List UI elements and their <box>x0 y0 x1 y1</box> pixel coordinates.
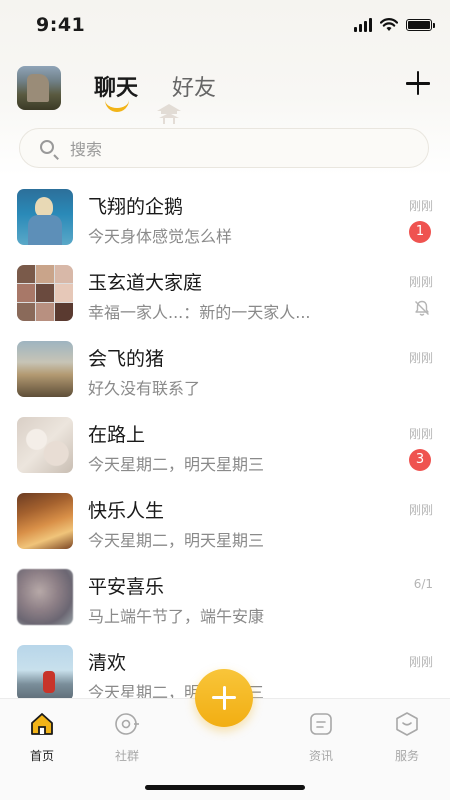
status-bar: 9:41 <box>0 0 450 52</box>
chat-time: 6/1 <box>413 577 433 591</box>
news-icon <box>310 713 332 735</box>
chat-item[interactable]: 会飞的猪 好久没有联系了 刚刚 <box>0 332 450 408</box>
tab-service-label: 服务 <box>394 749 419 763</box>
tab-news-label: 资讯 <box>308 749 333 763</box>
service-icon <box>396 712 418 736</box>
battery-icon <box>406 19 435 31</box>
chat-item[interactable]: 快乐人生 今天星期二，明天星期三 刚刚 <box>0 484 450 560</box>
phone-screen: 9:41 聊天 好友 搜索 飞翔的企鹅 今天身体感觉怎么样 刚刚 1 玉玄道大家… <box>0 0 450 800</box>
search-icon <box>40 140 54 154</box>
chat-last-message: 今天身体感觉怎么样 <box>88 227 233 246</box>
mute-bell-icon <box>415 300 429 316</box>
chat-time: 刚刚 <box>408 503 433 517</box>
chat-avatar <box>17 493 73 549</box>
my-avatar[interactable] <box>17 66 61 110</box>
chat-name: 平安喜乐 <box>88 576 165 598</box>
chat-last-message: 今天星期二，明天星期三 <box>88 455 265 474</box>
chat-last-message: 马上端午节了，端午安康 <box>88 607 265 626</box>
tab-community-label: 社群 <box>114 749 139 763</box>
chat-last-message: 今天星期二，明天星期三 <box>88 531 265 550</box>
chat-item[interactable]: 飞翔的企鹅 今天身体感觉怎么样 刚刚 1 <box>0 180 450 256</box>
status-icons <box>354 18 435 32</box>
chat-name: 清欢 <box>88 652 127 674</box>
chat-name: 玉玄道大家庭 <box>88 272 203 294</box>
chat-item[interactable]: 平安喜乐 马上端午节了，端午安康 6/1 <box>0 560 450 636</box>
chat-avatar <box>17 417 73 473</box>
chat-avatar <box>17 341 73 397</box>
header: 聊天 好友 <box>0 64 450 114</box>
group-avatar <box>17 265 73 321</box>
tab-home[interactable]: 首页 <box>12 711 72 764</box>
wifi-icon <box>380 18 398 31</box>
chat-name: 飞翔的企鹅 <box>88 196 184 218</box>
tab-news[interactable]: 资讯 <box>291 711 351 764</box>
chat-item[interactable]: 在路上 今天星期二，明天星期三 刚刚 3 <box>0 408 450 484</box>
search-input[interactable] <box>68 137 412 161</box>
tab-chat[interactable]: 聊天 <box>94 70 138 102</box>
cellular-signal-icon <box>354 18 372 32</box>
chat-name: 在路上 <box>88 424 146 446</box>
compose-plus-button[interactable] <box>195 669 253 727</box>
tab-service[interactable]: 服务 <box>377 711 437 764</box>
chat-time: 刚刚 <box>408 275 433 289</box>
chat-avatar <box>17 645 73 701</box>
search-bar[interactable] <box>19 128 429 168</box>
home-icon <box>31 713 53 735</box>
community-icon <box>115 713 139 735</box>
unread-badge: 3 <box>409 449 431 471</box>
tab-community[interactable]: 社群 <box>97 711 157 764</box>
chat-name: 快乐人生 <box>88 500 165 522</box>
chat-avatar <box>17 189 73 245</box>
chat-time: 刚刚 <box>408 199 433 213</box>
home-indicator <box>145 785 305 790</box>
unread-badge: 1 <box>409 221 431 243</box>
add-button[interactable] <box>404 70 432 98</box>
active-tab-indicator <box>105 100 129 112</box>
chat-time: 刚刚 <box>408 655 433 669</box>
tab-friends[interactable]: 好友 <box>172 70 216 102</box>
chat-time: 刚刚 <box>408 351 433 365</box>
chat-time: 刚刚 <box>408 427 433 441</box>
chat-last-message: 好久没有联系了 <box>88 379 201 398</box>
tab-home-label: 首页 <box>29 749 54 763</box>
chat-item[interactable]: 玉玄道大家庭 幸福一家人...：新的一天家人... 刚刚 <box>0 256 450 332</box>
pavilion-decoration-icon <box>157 104 181 124</box>
chat-name: 会飞的猪 <box>88 348 165 370</box>
chat-list: 飞翔的企鹅 今天身体感觉怎么样 刚刚 1 玉玄道大家庭 幸福一家人...：新的一… <box>0 180 450 712</box>
status-time: 9:41 <box>36 14 86 36</box>
chat-last-message: 幸福一家人...：新的一天家人... <box>88 303 311 322</box>
chat-avatar <box>17 569 73 625</box>
